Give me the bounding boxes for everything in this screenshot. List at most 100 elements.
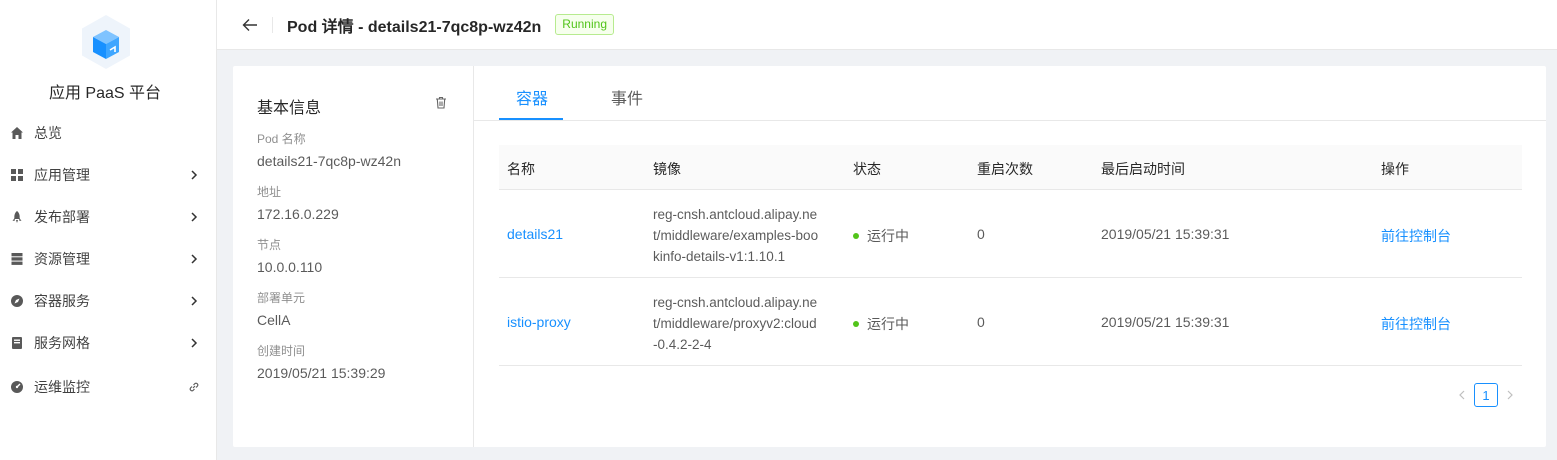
image-line: reg-cnsh.antcloud.alipay.ne	[653, 295, 818, 310]
info-value: 172.16.0.229	[257, 206, 339, 222]
dashboard-icon	[10, 380, 24, 394]
info-label: 创建时间	[257, 344, 306, 358]
containers-table: 名称 镜像 状态 重启次数 最后启动时间 操作 details21 reg-cn…	[499, 145, 1522, 366]
column-header-image: 镜像	[653, 161, 681, 177]
info-label: Pod 名称	[257, 132, 306, 146]
table-header: 名称 镜像 状态 重启次数 最后启动时间 操作	[499, 145, 1522, 190]
rocket-icon	[10, 210, 24, 224]
sidebar-item-release-deploy[interactable]: 发布部署	[0, 196, 216, 238]
status-badge: Running	[555, 14, 614, 35]
image-line: t/middleware/examples-boo	[653, 228, 819, 243]
chevron-right-icon	[1507, 390, 1513, 400]
arrow-left-icon	[242, 18, 257, 31]
info-list: Pod 名称 details21-7qc8p-wz42n 地址 172.16.0…	[257, 132, 401, 397]
image-line: kinfo-details-v1:1.10.1	[653, 249, 786, 264]
chevron-right-icon	[188, 169, 200, 181]
info-value: details21-7qc8p-wz42n	[257, 153, 401, 169]
table-row: details21 reg-cnsh.antcloud.alipay.ne t/…	[499, 190, 1522, 278]
chevron-right-icon	[188, 211, 200, 223]
info-field-pod-name: Pod 名称 details21-7qc8p-wz42n	[257, 132, 401, 185]
container-restarts: 0	[977, 226, 985, 242]
info-value: CellA	[257, 312, 291, 328]
sidebar-item-container-service[interactable]: 容器服务	[0, 280, 216, 322]
next-page-button[interactable]	[1504, 383, 1516, 407]
status-dot-icon	[853, 321, 859, 328]
info-label: 地址	[257, 185, 282, 199]
basic-info-panel: 基本信息 Pod 名称 details21-7qc8p-wz42n 地址 172…	[233, 66, 474, 447]
table-row: istio-proxy reg-cnsh.antcloud.alipay.ne …	[499, 278, 1522, 366]
go-to-console-link[interactable]: 前往控制台	[1381, 226, 1451, 246]
database-icon	[10, 252, 24, 266]
sidebar-item-label: 服务网格	[34, 335, 90, 351]
app-root: 应用 PaaS 平台 总览 应用管理 发布部署 资源管理 容器服务 服务网格 运…	[0, 0, 1557, 460]
tab-bar: 容器 事件	[474, 66, 1546, 121]
chevron-right-icon	[188, 337, 200, 349]
sidebar-item-label: 资源管理	[34, 251, 90, 267]
home-icon	[10, 126, 24, 140]
sidebar-item-label: 应用管理	[34, 167, 90, 183]
container-image: reg-cnsh.antcloud.alipay.ne t/middleware…	[653, 292, 835, 355]
basic-info-title: 基本信息	[257, 100, 322, 117]
container-image: reg-cnsh.antcloud.alipay.ne t/middleware…	[653, 204, 835, 267]
chevron-right-icon	[188, 253, 200, 265]
back-button[interactable]	[241, 16, 259, 34]
container-last-start: 2019/05/21 15:39:31	[1101, 314, 1230, 330]
appstore-icon	[10, 168, 24, 182]
page-number-button[interactable]: 1	[1474, 383, 1498, 407]
info-field-node: 节点 10.0.0.110	[257, 238, 401, 291]
delete-button[interactable]	[434, 94, 448, 110]
container-name-link[interactable]: istio-proxy	[507, 314, 571, 330]
status-dot-icon	[853, 233, 859, 240]
sidebar: 应用 PaaS 平台 总览 应用管理 发布部署 资源管理 容器服务 服务网格 运…	[0, 0, 217, 460]
chevron-right-icon	[188, 295, 200, 307]
info-label: 部署单元	[257, 291, 306, 305]
info-field-address: 地址 172.16.0.229	[257, 185, 401, 238]
container-status: 运行中	[853, 314, 909, 334]
column-header-action: 操作	[1381, 161, 1409, 177]
container-restarts: 0	[977, 314, 985, 330]
sidebar-item-label: 运维监控	[34, 379, 90, 395]
chevron-left-icon	[1459, 390, 1465, 400]
trash-icon	[436, 96, 446, 109]
sidebar-item-label: 容器服务	[34, 293, 90, 309]
pagination: 1	[1456, 383, 1516, 407]
page-title: Pod 详情 - details21-7qc8p-wz42n	[287, 18, 542, 36]
main-content: Pod 详情 - details21-7qc8p-wz42n Running 基…	[217, 0, 1557, 460]
sidebar-item-label: 发布部署	[34, 209, 90, 225]
image-line: reg-cnsh.antcloud.alipay.ne	[653, 207, 818, 222]
sidebar-item-label: 总览	[34, 125, 62, 141]
sidebar-item-resource-management[interactable]: 资源管理	[0, 238, 216, 280]
column-header-name: 名称	[507, 161, 535, 177]
tab-containers[interactable]: 容器	[516, 85, 548, 109]
app-title: 应用 PaaS 平台	[48, 85, 162, 102]
info-value: 2019/05/21 15:39:29	[257, 365, 386, 381]
sidebar-item-overview[interactable]: 总览	[0, 112, 216, 154]
sidebar-nav: 总览 应用管理 发布部署 资源管理 容器服务 服务网格 运维监控	[0, 112, 216, 408]
info-field-created-time: 创建时间 2019/05/21 15:39:29	[257, 344, 401, 397]
info-value: 10.0.0.110	[257, 259, 323, 275]
pod-detail-card: 基本信息 Pod 名称 details21-7qc8p-wz42n 地址 172…	[233, 66, 1546, 447]
cube-logo-icon	[80, 14, 132, 70]
tab-content-area: 容器 事件 名称 镜像 状态 重启次数 最后启动时间 操作 details21	[474, 66, 1546, 447]
book-icon	[10, 336, 24, 350]
container-status: 运行中	[853, 226, 909, 246]
image-line: t/middleware/proxyv2:cloud	[653, 316, 817, 331]
container-name-link[interactable]: details21	[507, 226, 563, 242]
status-text: 运行中	[867, 316, 909, 332]
tab-active-indicator	[499, 118, 563, 120]
sidebar-item-service-mesh[interactable]: 服务网格	[0, 322, 216, 364]
column-header-restarts: 重启次数	[977, 161, 1033, 177]
status-text: 运行中	[867, 228, 909, 244]
go-to-console-link[interactable]: 前往控制台	[1381, 314, 1451, 334]
prev-page-button[interactable]	[1456, 383, 1468, 407]
image-line: -0.4.2-2-4	[653, 337, 712, 352]
info-field-deploy-unit: 部署单元 CellA	[257, 291, 401, 344]
tab-events[interactable]: 事件	[611, 85, 643, 109]
sidebar-item-ops-monitoring[interactable]: 运维监控	[0, 366, 216, 408]
column-header-status: 状态	[853, 161, 881, 177]
sidebar-item-app-management[interactable]: 应用管理	[0, 154, 216, 196]
header-divider	[272, 16, 273, 33]
info-label: 节点	[257, 238, 282, 252]
page-header: Pod 详情 - details21-7qc8p-wz42n Running	[217, 0, 1557, 50]
external-link-icon	[188, 381, 200, 393]
